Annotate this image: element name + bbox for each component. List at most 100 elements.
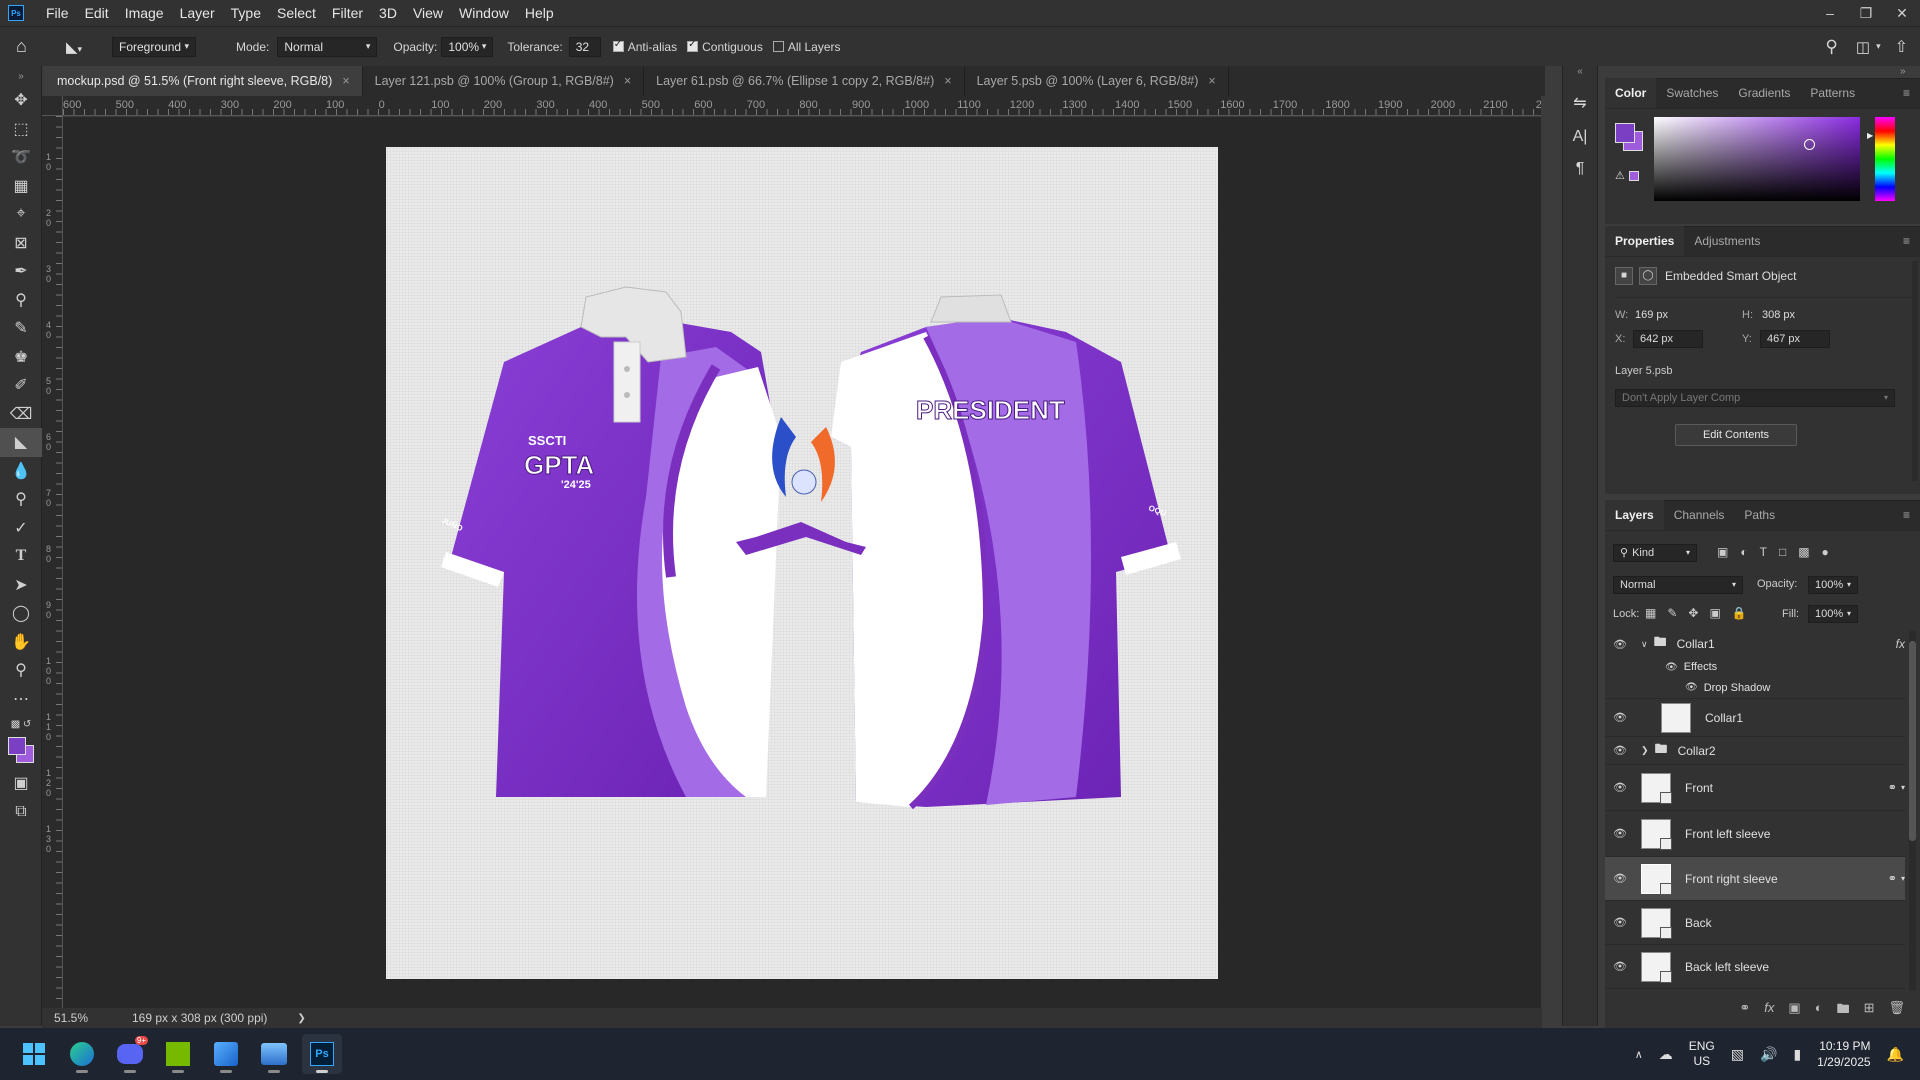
minimize-icon[interactable]: –: [1812, 0, 1848, 26]
filter-toggle-icon[interactable]: ●: [1822, 545, 1829, 559]
share-icon[interactable]: ⇧: [1895, 37, 1908, 57]
tab-mockup[interactable]: mockup.psd @ 51.5% (Front right sleeve, …: [45, 66, 363, 96]
paint-icon[interactable]: [206, 1034, 246, 1074]
visibility-eye-icon[interactable]: 👁: [1613, 711, 1627, 724]
chevron-down-icon[interactable]: ▾: [1901, 783, 1905, 792]
menu-select[interactable]: Select: [269, 0, 324, 26]
lock-artboard-icon[interactable]: ▣: [1709, 606, 1720, 620]
layer-comp-select[interactable]: Don't Apply Layer Comp ▾: [1615, 389, 1895, 407]
visibility-eye-icon[interactable]: 👁: [1613, 827, 1627, 840]
link-icon[interactable]: ⚭: [1888, 872, 1897, 885]
layer-row-front[interactable]: 👁 Front ⚭ ▾: [1605, 765, 1905, 811]
fill-source-select[interactable]: Foreground ▾: [112, 36, 196, 57]
type-filter-icon[interactable]: T: [1760, 545, 1767, 559]
menu-3d[interactable]: 3D: [371, 0, 405, 26]
battery-icon[interactable]: ▮: [1793, 1046, 1801, 1063]
all-layers-checkbox[interactable]: [772, 41, 784, 52]
lock-transparent-icon[interactable]: ▦: [1645, 606, 1656, 620]
link-icon[interactable]: ⚭: [1888, 781, 1897, 794]
visibility-eye-icon[interactable]: 👁: [1613, 638, 1627, 651]
hand-tool-icon[interactable]: ✋: [0, 628, 42, 657]
opacity-field[interactable]: 100% ▾: [441, 36, 494, 57]
foreground-color-swatch[interactable]: [8, 737, 26, 755]
tab-layer-61[interactable]: Layer 61.psb @ 66.7% (Ellipse 1 copy 2, …: [644, 66, 965, 96]
brush-tool-icon[interactable]: ✎: [0, 314, 42, 343]
menu-filter[interactable]: Filter: [324, 0, 371, 26]
tab-swatches[interactable]: Swatches: [1656, 78, 1728, 108]
foreground-swatch[interactable]: [1615, 123, 1635, 143]
more-tools-icon[interactable]: ⋯: [0, 685, 42, 714]
paint-bucket-preset-icon[interactable]: ◣▾: [66, 38, 106, 56]
eraser-tool-icon[interactable]: ⌫: [0, 400, 42, 429]
tab-channels[interactable]: Channels: [1664, 500, 1735, 530]
color-picker-handle[interactable]: [1804, 139, 1815, 150]
move-tool-icon[interactable]: ✥: [0, 86, 42, 115]
add-mask-icon[interactable]: ▣: [1788, 1000, 1800, 1022]
layer-row-drop-shadow[interactable]: 👁 Drop Shadow: [1605, 677, 1905, 699]
nvidia-icon[interactable]: [158, 1034, 198, 1074]
add-style-icon[interactable]: fx: [1764, 1000, 1774, 1022]
adjustment-filter-icon[interactable]: ◐: [1740, 545, 1747, 559]
panel-menu-icon[interactable]: ≡: [1893, 78, 1920, 108]
dodge-tool-icon[interactable]: ⚲: [0, 485, 42, 514]
layer-row-collar1[interactable]: 👁 Collar1: [1605, 699, 1905, 737]
layer-row-collar2-group[interactable]: 👁 ❯ 🖿 Collar2: [1605, 737, 1905, 765]
anti-alias-checkbox[interactable]: [612, 39, 624, 52]
tab-gradients[interactable]: Gradients: [1728, 78, 1800, 108]
fx-icon[interactable]: fx: [1896, 637, 1905, 651]
delete-layer-icon[interactable]: 🗑: [1888, 1000, 1905, 1022]
language-indicator[interactable]: ENG US: [1689, 1039, 1715, 1069]
blur-tool-icon[interactable]: 💧: [0, 457, 42, 486]
tab-layer-5[interactable]: Layer 5.psb @ 100% (Layer 6, RGB/8#) ×: [964, 66, 1229, 96]
layer-row-front-right-sleeve[interactable]: 👁 Front right sleeve ⚭ ▾: [1605, 857, 1905, 901]
layer-filter-select[interactable]: ⚲ Kind ▾: [1613, 544, 1697, 562]
chevron-up-icon[interactable]: ∧: [1635, 1048, 1643, 1061]
tab-layer-121[interactable]: Layer 121.psb @ 100% (Group 1, RGB/8#) ×: [362, 66, 645, 96]
layer-row-effects[interactable]: 👁 Effects: [1605, 657, 1905, 677]
menu-window[interactable]: Window: [451, 0, 517, 26]
default-colors-icon[interactable]: ▩ ↺: [0, 713, 42, 735]
zoom-level[interactable]: 51.5%: [54, 1011, 124, 1025]
menu-file[interactable]: File: [38, 0, 77, 26]
pen-tool-icon[interactable]: ✓: [0, 514, 42, 543]
visibility-eye-icon[interactable]: 👁: [1613, 781, 1627, 794]
tab-color[interactable]: Color: [1605, 78, 1657, 108]
character-panel-icon[interactable]: A|: [1563, 120, 1597, 154]
notification-bell-icon[interactable]: 🔔: [1887, 1046, 1904, 1063]
history-panel-icon[interactable]: ⇋: [1563, 86, 1597, 120]
visibility-eye-icon[interactable]: 👁: [1613, 960, 1627, 973]
panel-menu-icon[interactable]: ≡: [1893, 500, 1920, 530]
close-icon[interactable]: ×: [944, 74, 951, 88]
lasso-tool-icon[interactable]: ➰: [0, 143, 42, 172]
close-icon[interactable]: ×: [1208, 74, 1215, 88]
windows-start-icon[interactable]: [14, 1034, 54, 1074]
display-icon[interactable]: ▧: [1731, 1046, 1744, 1063]
smart-object-filter-icon[interactable]: ▩: [1798, 545, 1809, 559]
web-safe-swatch[interactable]: [1629, 171, 1639, 181]
tolerance-field[interactable]: 32: [568, 36, 601, 57]
photos-icon[interactable]: [254, 1034, 294, 1074]
paint-bucket-tool-icon[interactable]: ◣: [0, 428, 42, 457]
chevron-right-icon[interactable]: ❯: [297, 1013, 305, 1024]
document-canvas[interactable]: SSCTI GPTA '24'25 PRESIDENT JUÑO OQU: [386, 147, 1218, 979]
menu-edit[interactable]: Edit: [77, 0, 117, 26]
link-layers-icon[interactable]: ⚭: [1739, 1000, 1750, 1022]
screen-mode-icon[interactable]: ⧉: [0, 798, 42, 827]
edit-contents-button[interactable]: Edit Contents: [1675, 424, 1797, 446]
history-brush-tool-icon[interactable]: ✐: [0, 371, 42, 400]
menu-image[interactable]: Image: [117, 0, 172, 26]
layer-row-back[interactable]: 👁 Back: [1605, 901, 1905, 945]
panel-menu-icon[interactable]: ≡: [1893, 226, 1920, 256]
chevron-down-icon[interactable]: ▾: [1901, 874, 1905, 883]
x-field[interactable]: 642 px: [1633, 330, 1703, 348]
paragraph-panel-icon[interactable]: ¶: [1563, 154, 1597, 184]
visibility-eye-icon[interactable]: 👁: [1613, 916, 1627, 929]
vertical-ruler[interactable]: 0102030405060708090100110120130: [42, 116, 63, 1008]
blend-mode-select[interactable]: Normal ▾: [1613, 576, 1743, 594]
edge-icon[interactable]: [62, 1034, 102, 1074]
lock-pixels-icon[interactable]: ✎: [1667, 606, 1677, 620]
chevron-right-icon[interactable]: ❯: [1641, 745, 1649, 756]
document-info[interactable]: 169 px x 308 px (300 ppi): [132, 1011, 267, 1025]
pixel-filter-icon[interactable]: ▣: [1717, 545, 1728, 559]
visibility-eye-icon[interactable]: 👁: [1685, 682, 1698, 693]
